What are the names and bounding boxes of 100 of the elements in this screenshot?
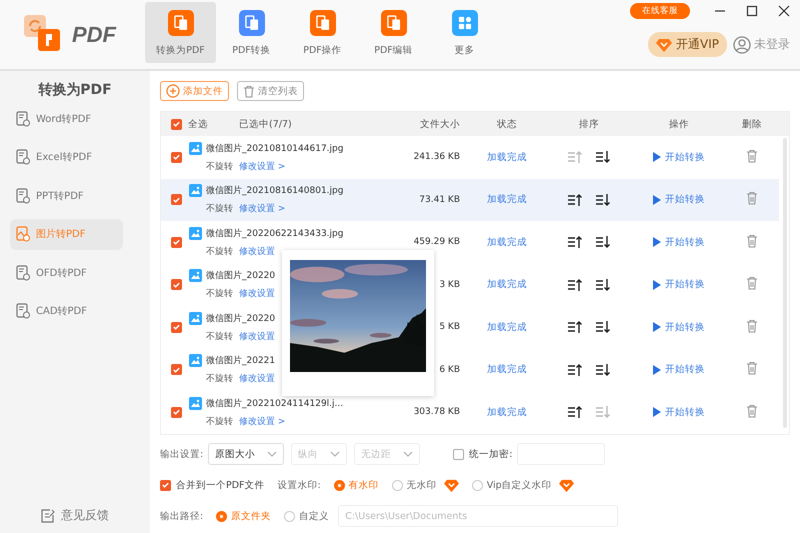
modify-settings-link[interactable]: 修改设置 [239, 287, 275, 300]
move-down-icon[interactable] [595, 235, 611, 250]
encrypt-checkbox[interactable] [453, 448, 464, 460]
selected-count: 已选中(7/7) [238, 118, 293, 130]
start-convert-link[interactable]: 开始转换 [653, 193, 705, 206]
feedback-button[interactable]: 意见反馈 [35, 506, 115, 525]
move-up-icon[interactable] [567, 278, 583, 292]
play-icon [653, 280, 661, 290]
watermark-radio[interactable]: Vip自定义水印 [472, 478, 552, 492]
file-name: 微信图片_20220622143433.jpg [206, 228, 344, 240]
toolbar-tab[interactable]: 转换为PDF [145, 2, 216, 63]
file-type-icon [16, 226, 30, 242]
file-size: 6 KB [438, 364, 460, 375]
file-name: 微信图片_20221 [206, 354, 276, 368]
sidebar-title: 转换为PDF [37, 81, 113, 99]
row-checkbox[interactable] [171, 406, 182, 418]
row-checkbox[interactable] [171, 322, 182, 333]
status-text: 加载完成 [486, 236, 528, 249]
modify-settings-link[interactable]: 修改设置 [239, 372, 275, 386]
modify-settings-link[interactable]: 修改设置 [239, 244, 275, 258]
image-file-icon [189, 142, 202, 155]
chevron-down-icon [403, 451, 414, 457]
edit-icon [41, 508, 55, 522]
image-file-icon [189, 312, 202, 325]
rotation-label: 不旋转 [206, 330, 233, 343]
online-support-button[interactable]: 在线客服 [630, 3, 690, 19]
status-text: 加载完成 [486, 150, 528, 164]
file-name: 微信图片_20220 [206, 312, 276, 325]
maximize-icon[interactable] [746, 5, 758, 17]
toolbar-tab[interactable]: PDF编辑 [358, 2, 429, 63]
delete-icon[interactable] [746, 148, 758, 163]
merge-checkbox[interactable] [160, 480, 171, 490]
move-up-icon[interactable] [567, 362, 583, 377]
select-all-checkbox[interactable] [171, 118, 182, 130]
toolbar-tab[interactable]: PDF操作 [287, 2, 358, 63]
file-name: 微信图片_20210810144617.jpg [206, 142, 344, 155]
sidebar-item[interactable]: Excel转PDF [10, 142, 123, 172]
play-icon [653, 322, 661, 332]
move-down-icon[interactable] [595, 320, 611, 334]
sidebar-item[interactable]: CAD转PDF [10, 296, 123, 326]
row-checkbox[interactable] [171, 364, 182, 376]
vip-button[interactable]: 开通VIP [648, 32, 727, 57]
move-up-icon[interactable] [567, 235, 583, 250]
image-file-icon [189, 184, 202, 198]
delete-icon[interactable] [746, 361, 758, 376]
row-checkbox[interactable] [171, 279, 182, 290]
sidebar-item[interactable]: OFD转PDF [10, 257, 123, 288]
watermark-radio[interactable]: 有水印 [334, 478, 379, 492]
start-convert-link[interactable]: 开始转换 [653, 363, 705, 376]
watermark-radio[interactable]: 无水印 [392, 478, 437, 492]
delete-icon[interactable] [746, 404, 758, 418]
delete-icon[interactable] [746, 318, 758, 333]
status-text: 加载完成 [486, 320, 528, 334]
row-checkbox[interactable] [171, 152, 182, 163]
dropdown[interactable]: 原图大小 [208, 443, 284, 465]
column-header: 操作 [669, 118, 689, 130]
move-down-icon[interactable] [595, 362, 611, 377]
row-checkbox[interactable] [171, 194, 182, 206]
play-icon [653, 407, 661, 418]
start-convert-link[interactable]: 开始转换 [653, 278, 705, 292]
toolbar-tab[interactable]: 更多 [429, 2, 500, 63]
close-icon[interactable] [778, 5, 790, 17]
status-text: 加载完成 [486, 193, 528, 206]
play-icon [653, 364, 661, 375]
modify-settings-link[interactable]: 修改设置 > [239, 202, 286, 216]
diamond-icon [656, 38, 672, 52]
status-text: 加载完成 [486, 363, 528, 376]
rotation-label: 不旋转 [206, 288, 233, 300]
start-convert-link[interactable]: 开始转换 [653, 320, 705, 334]
delete-icon[interactable] [746, 191, 758, 206]
encrypt-label: 统一加密: [469, 448, 512, 460]
rotation-label: 不旋转 [206, 246, 233, 258]
clear-list-button[interactable]: 清空列表 [237, 81, 304, 101]
modify-settings-link[interactable]: 修改设置 > [239, 414, 286, 428]
sidebar-item[interactable]: Word转PDF [10, 103, 123, 134]
sidebar-item[interactable]: PPT转PDF [10, 180, 123, 211]
image-file-icon [189, 269, 202, 282]
move-up-icon[interactable] [567, 405, 583, 420]
move-down-icon[interactable] [595, 278, 611, 292]
move-up-icon[interactable] [567, 320, 583, 334]
modify-settings-link[interactable]: 修改设置 [239, 330, 275, 343]
modify-settings-link[interactable]: 修改设置 > [239, 160, 286, 173]
file-size: 303.78 KB [412, 407, 460, 418]
login-button[interactable]: 未登录 [733, 36, 790, 54]
plus-icon [166, 84, 180, 98]
toolbar-tab[interactable]: PDF转换 [216, 2, 287, 63]
path-radio[interactable]: 自定义 [284, 510, 330, 522]
move-up-icon[interactable] [567, 192, 583, 207]
delete-icon[interactable] [746, 276, 758, 290]
file-name: 微信图片_20220 [206, 270, 276, 282]
start-convert-link[interactable]: 开始转换 [653, 406, 705, 419]
path-radio[interactable]: 原文件夹 [216, 510, 272, 522]
move-down-icon[interactable] [595, 150, 611, 164]
output-settings-label: 输出设置: [160, 448, 204, 460]
delete-icon[interactable] [746, 234, 758, 248]
add-file-button[interactable]: 添加文件 [160, 81, 229, 101]
start-convert-link[interactable]: 开始转换 [653, 150, 705, 164]
row-checkbox[interactable] [171, 236, 182, 248]
start-convert-link[interactable]: 开始转换 [653, 236, 705, 249]
move-down-icon[interactable] [595, 192, 611, 207]
